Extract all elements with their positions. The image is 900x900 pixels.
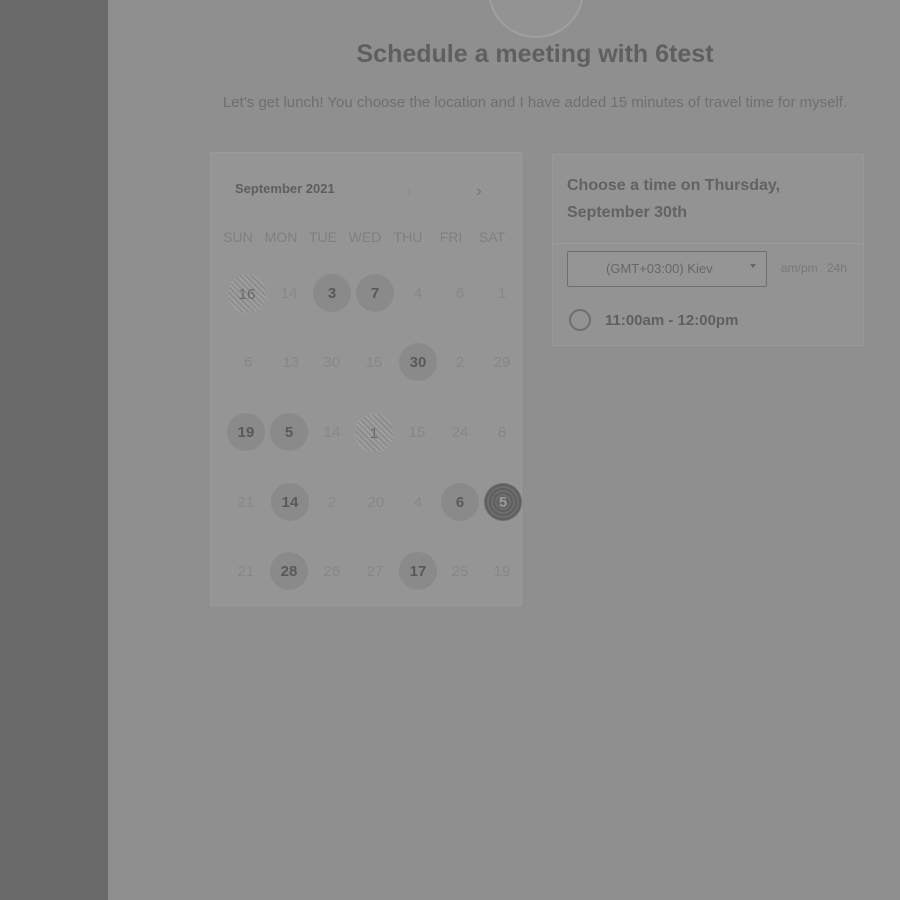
calendar-day: 2 [455, 353, 465, 371]
calendar-day: 6 [243, 353, 253, 371]
radio-icon[interactable] [569, 309, 591, 331]
calendar-day[interactable]: 6 [441, 483, 479, 521]
calendar-day: 6 [455, 284, 465, 302]
calendar-day: 2 [327, 493, 337, 511]
calendar-day[interactable]: 14 [271, 483, 309, 521]
calendar-day: 24 [451, 423, 469, 441]
weekday-sat: SAT [478, 229, 506, 245]
calendar-day: 21 [237, 493, 255, 511]
calendar-day: 1 [354, 413, 394, 453]
calendar-day: 15 [365, 353, 383, 371]
calendar-day: 20 [367, 493, 385, 511]
calendar-day: 15 [408, 423, 426, 441]
calendar-day: 21 [237, 562, 255, 580]
sidebar [0, 0, 108, 900]
main-panel: Schedule a meeting with 6test Let’s get … [108, 0, 900, 900]
calendar-day: 16 [227, 274, 267, 314]
calendar-card: September 2021 ‹ › SUN MON TUE WED THU F… [210, 152, 522, 606]
weekday-mon: MON [264, 229, 298, 245]
chevron-left-icon[interactable]: ‹ [399, 181, 419, 201]
page-title: Schedule a meeting with 6test [356, 40, 714, 68]
timezone-select[interactable]: (GMT+03:00) Kiev [567, 251, 767, 287]
calendar-day[interactable]: 5 [270, 413, 308, 451]
calendar-day-selected[interactable]: 5 [484, 483, 522, 521]
format-ampm-toggle[interactable]: am/pm [781, 261, 818, 275]
calendar-day: 29 [493, 353, 511, 371]
weekday-tue: TUE [309, 229, 337, 245]
calendar-day: 8 [497, 423, 507, 441]
calendar-day: 14 [323, 423, 341, 441]
avatar [488, 0, 584, 38]
chevron-right-icon[interactable]: › [469, 181, 489, 201]
calendar-day[interactable]: 3 [313, 274, 351, 312]
calendar-day: 1 [497, 284, 507, 302]
chevron-down-icon [750, 264, 756, 268]
format-24h-toggle[interactable]: 24h [827, 261, 847, 275]
calendar-day[interactable]: 19 [227, 413, 265, 451]
calendar-day[interactable]: 7 [356, 274, 394, 312]
time-picker-title: Choose a time on Thursday, September 30t… [567, 177, 781, 221]
calendar-day[interactable]: 28 [270, 552, 308, 590]
calendar-day: 19 [493, 562, 511, 580]
time-picker-card: Choose a time on Thursday, September 30t… [552, 154, 864, 346]
calendar-month-label: September 2021 [235, 181, 335, 196]
calendar-day: 4 [413, 284, 423, 302]
time-slot-label: 11:00am - 12:00pm [605, 312, 739, 329]
timezone-value: (GMT+03:00) Kiev [606, 261, 713, 276]
calendar-day: 30 [323, 353, 341, 371]
calendar-day: 4 [413, 493, 423, 511]
time-picker-header: Choose a time on Thursday, September 30t… [553, 155, 863, 244]
calendar-day: 27 [366, 562, 384, 580]
calendar-day[interactable]: 17 [399, 552, 437, 590]
calendar-day: 13 [282, 353, 300, 371]
weekday-thu: THU [393, 229, 423, 245]
weekday-wed: WED [348, 229, 382, 245]
calendar-day: 25 [451, 562, 469, 580]
weekday-sun: SUN [223, 229, 253, 245]
calendar-day: 26 [323, 562, 341, 580]
calendar-day[interactable]: 30 [399, 343, 437, 381]
weekday-fri: FRI [439, 229, 463, 245]
page-subtitle: Let’s get lunch! You choose the location… [222, 94, 848, 111]
calendar-day: 14 [280, 284, 298, 302]
